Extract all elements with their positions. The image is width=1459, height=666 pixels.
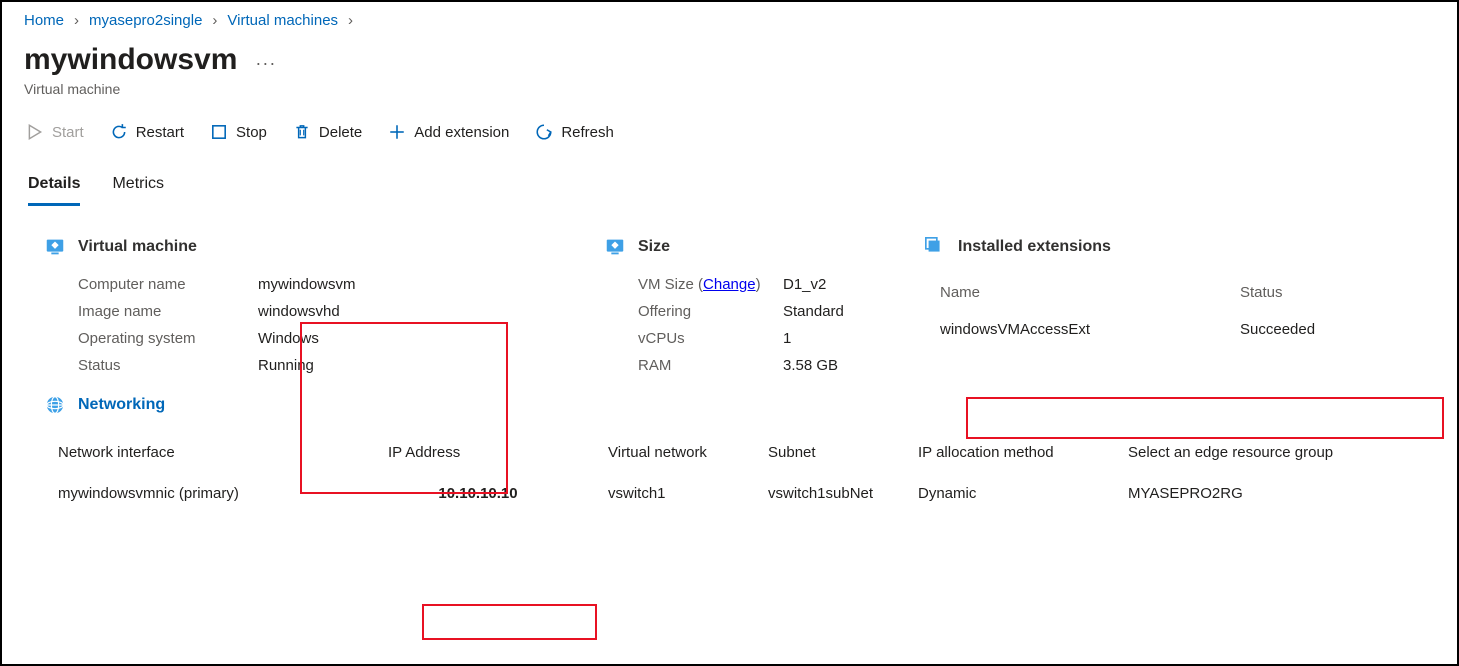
- page-title: mywindowsvm: [24, 43, 237, 77]
- label-vm-size: VM Size (Change): [638, 276, 783, 293]
- value-image-name: windowsvhd: [258, 303, 340, 320]
- tab-metrics[interactable]: Metrics: [112, 169, 164, 206]
- highlight-ip-address: [422, 604, 597, 640]
- label-vcpus: vCPUs: [638, 330, 783, 347]
- stop-button[interactable]: Stop: [208, 119, 269, 145]
- net-alloc: Dynamic: [918, 485, 1128, 502]
- tab-details[interactable]: Details: [28, 169, 80, 206]
- value-offering: Standard: [783, 303, 844, 320]
- extension-row[interactable]: windowsVMAccessExt Succeeded: [932, 309, 1443, 350]
- label-status: Status: [78, 357, 258, 374]
- label-computer-name: Computer name: [78, 276, 258, 293]
- chevron-right-icon: ›: [74, 12, 79, 29]
- breadcrumb-list[interactable]: Virtual machines: [227, 12, 338, 29]
- refresh-button[interactable]: Refresh: [533, 119, 616, 145]
- label-ram: RAM: [638, 357, 783, 374]
- breadcrumb-resource[interactable]: myasepro2single: [89, 12, 202, 29]
- network-icon: [44, 394, 66, 416]
- value-vm-size: D1_v2: [783, 276, 826, 293]
- net-header-interface: Network interface: [58, 444, 388, 461]
- section-networking[interactable]: Networking: [44, 394, 604, 416]
- value-vcpus: 1: [783, 330, 791, 347]
- start-button: Start: [24, 119, 86, 145]
- label-offering: Offering: [638, 303, 783, 320]
- net-header-alloc: IP allocation method: [918, 444, 1128, 461]
- breadcrumb: Home › myasepro2single › Virtual machine…: [24, 12, 1435, 29]
- command-bar: Start Restart Stop Delete Add extension …: [24, 119, 1435, 145]
- restart-icon: [110, 123, 128, 141]
- refresh-icon: [535, 123, 553, 141]
- more-actions-button[interactable]: ···: [255, 47, 276, 74]
- net-header-rg: Select an edge resource group: [1128, 444, 1388, 461]
- plus-icon: [388, 123, 406, 141]
- net-header-vnet: Virtual network: [608, 444, 768, 461]
- net-header-subnet: Subnet: [768, 444, 918, 461]
- section-extensions: Installed extensions: [924, 236, 1435, 258]
- ext-header-name: Name: [940, 284, 1240, 301]
- trash-icon: [293, 123, 311, 141]
- value-computer-name: mywindowsvm: [258, 276, 356, 293]
- net-header-ip: IP Address: [388, 444, 608, 461]
- net-rg: MYASEPRO2RG: [1128, 485, 1388, 502]
- networking-table: Network interface IP Address Virtual net…: [58, 444, 1398, 510]
- value-status: Running: [258, 357, 314, 374]
- network-row[interactable]: mywindowsvmnic (primary) 10.10.10.10 vsw…: [58, 477, 1398, 510]
- chevron-right-icon: ›: [348, 12, 353, 29]
- extensions-table: Name Status windowsVMAccessExt Succeeded: [932, 276, 1443, 350]
- restart-button[interactable]: Restart: [108, 119, 186, 145]
- tab-bar: Details Metrics: [28, 169, 1435, 206]
- section-virtual-machine: Virtual machine: [44, 236, 604, 258]
- ext-status: Succeeded: [1240, 321, 1380, 338]
- extensions-icon: [924, 236, 946, 258]
- label-image-name: Image name: [78, 303, 258, 320]
- stop-icon: [210, 123, 228, 141]
- section-size: Size: [604, 236, 924, 258]
- net-ip: 10.10.10.10: [388, 485, 608, 502]
- vm-icon: [44, 236, 66, 258]
- delete-button[interactable]: Delete: [291, 119, 364, 145]
- net-iface: mywindowsvmnic (primary): [58, 485, 388, 502]
- label-os: Operating system: [78, 330, 258, 347]
- chevron-right-icon: ›: [212, 12, 217, 29]
- net-subnet: vswitch1subNet: [768, 485, 918, 502]
- vm-icon: [604, 236, 626, 258]
- value-ram: 3.58 GB: [783, 357, 838, 374]
- value-os: Windows: [258, 330, 319, 347]
- play-icon: [26, 123, 44, 141]
- ext-header-status: Status: [1240, 284, 1380, 301]
- breadcrumb-home[interactable]: Home: [24, 12, 64, 29]
- net-vnet: vswitch1: [608, 485, 768, 502]
- page-subtitle: Virtual machine: [24, 81, 1435, 97]
- ext-name: windowsVMAccessExt: [940, 321, 1240, 338]
- add-extension-button[interactable]: Add extension: [386, 119, 511, 145]
- change-size-link[interactable]: Change: [703, 276, 756, 293]
